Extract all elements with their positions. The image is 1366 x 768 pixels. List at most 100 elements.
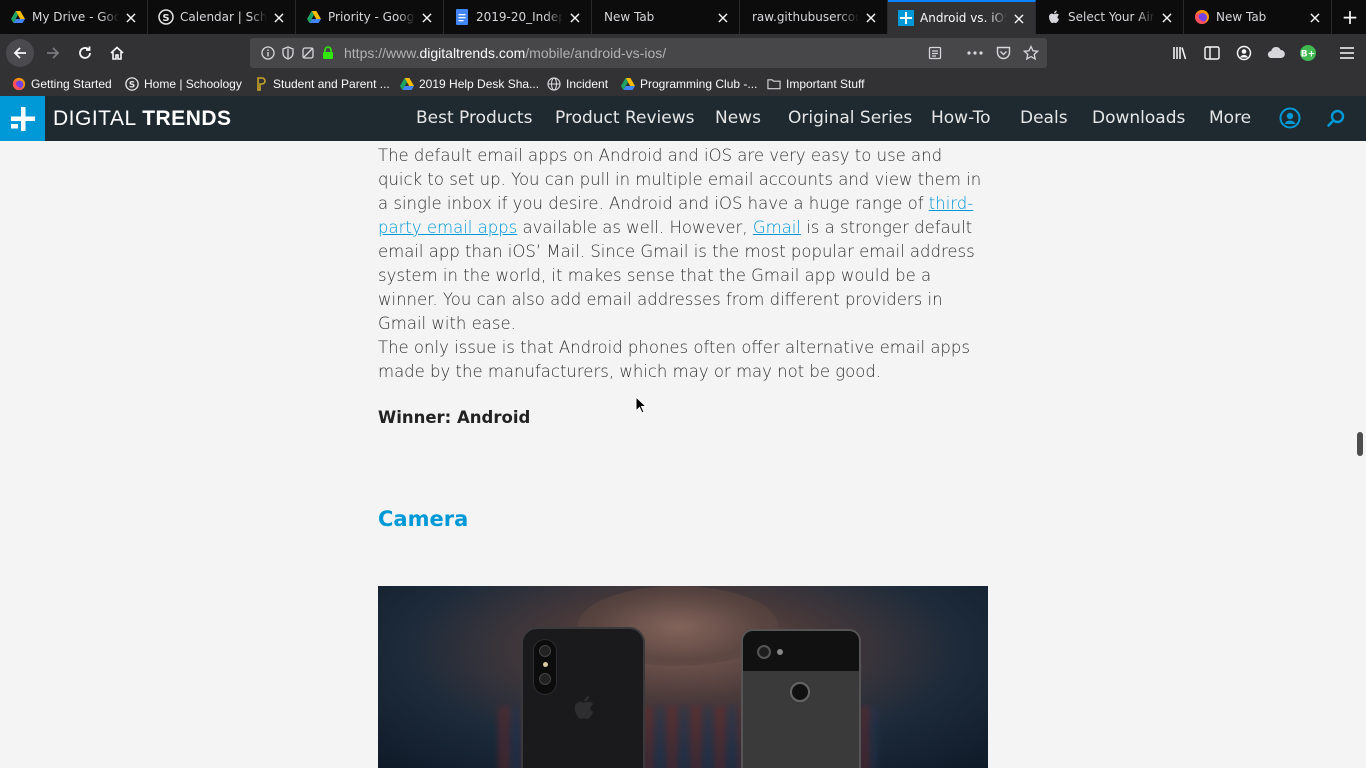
- winner-label: Winner: Android: [378, 408, 531, 427]
- bookmark-star-icon[interactable]: [1023, 45, 1039, 61]
- user-account-icon[interactable]: [1279, 107, 1301, 133]
- gmail-link[interactable]: Gmail: [753, 218, 801, 237]
- url-bar[interactable]: https://www.digitaltrends.com/mobile/and…: [250, 38, 1047, 68]
- bookmark-help-desk[interactable]: 2019 Help Desk Sha...: [400, 76, 539, 92]
- article-paragraph-2: The only issue is that Android phones of…: [378, 338, 970, 381]
- url-text[interactable]: https://www.digitaltrends.com/mobile/and…: [344, 45, 666, 61]
- section-heading-camera: Camera: [378, 507, 469, 531]
- close-tab-icon[interactable]: ×: [1159, 8, 1175, 27]
- forward-button[interactable]: [39, 39, 67, 67]
- folder-icon: [767, 77, 781, 91]
- close-tab-icon[interactable]: ×: [567, 8, 583, 27]
- close-tab-icon[interactable]: ×: [715, 8, 731, 27]
- nav-downloads[interactable]: Downloads: [1092, 108, 1185, 128]
- svg-text:S: S: [162, 13, 169, 24]
- tab-title: 2019-20_Independent: [476, 10, 563, 24]
- close-tab-icon[interactable]: ×: [123, 8, 139, 27]
- navigation-toolbar: https://www.digitaltrends.com/mobile/and…: [0, 34, 1366, 72]
- arrow-left-icon: [13, 47, 26, 59]
- bookmarks-toolbar: Getting Started S Home | Schoology Stude…: [0, 72, 1366, 96]
- extension-cloud-button[interactable]: [1262, 39, 1290, 67]
- close-tab-icon[interactable]: ×: [1011, 9, 1027, 28]
- lock-icon[interactable]: [320, 45, 336, 61]
- hamburger-menu-icon: [1340, 47, 1354, 59]
- permissions-icon[interactable]: [300, 45, 316, 61]
- grade-badge-icon: B+: [1300, 45, 1316, 61]
- back-button[interactable]: [6, 39, 34, 67]
- home-button[interactable]: [103, 39, 131, 67]
- tab-independent-doc[interactable]: 2019-20_Independent ×: [444, 0, 592, 34]
- search-icon[interactable]: [1326, 108, 1346, 132]
- shield-icon[interactable]: [280, 45, 296, 61]
- page-actions-icon[interactable]: [967, 45, 983, 61]
- library-button[interactable]: [1166, 39, 1194, 67]
- bookmark-folder-important[interactable]: Important Stuff: [767, 76, 865, 92]
- tab-title: Select Your AirPods: [1068, 10, 1155, 24]
- nav-product-reviews[interactable]: Product Reviews: [555, 108, 694, 128]
- sidebar-button[interactable]: [1198, 39, 1226, 67]
- menu-button[interactable]: [1333, 39, 1361, 67]
- nav-deals[interactable]: Deals: [1020, 108, 1068, 128]
- google-drive-icon: [621, 77, 635, 91]
- mouse-cursor-icon: [635, 396, 647, 414]
- digital-trends-logo-icon[interactable]: [0, 96, 45, 141]
- close-tab-icon[interactable]: ×: [419, 8, 435, 27]
- site-header: DIGITAL TRENDS Best Products Product Rev…: [0, 96, 1366, 141]
- close-tab-icon[interactable]: ×: [863, 8, 879, 27]
- close-tab-icon[interactable]: ×: [1307, 8, 1323, 27]
- nav-best-products[interactable]: Best Products: [416, 108, 532, 128]
- digital-trends-icon: [898, 10, 914, 26]
- tab-new-tab[interactable]: New Tab ×: [592, 0, 740, 34]
- tab-calendar-schoology[interactable]: S Calendar | Schoology ×: [148, 0, 296, 34]
- pocket-icon[interactable]: [995, 45, 1011, 61]
- sidebar-icon: [1204, 46, 1220, 60]
- firefox-icon: [1194, 9, 1210, 25]
- tab-priority-drive[interactable]: Priority - Google Drive ×: [296, 0, 444, 34]
- page-scrollbar-thumb[interactable]: [1357, 432, 1363, 456]
- tab-select-airpods[interactable]: Select Your AirPods ×: [1036, 0, 1184, 34]
- cloud-icon: [1267, 46, 1285, 59]
- tab-title: Android vs. iOS: Which: [920, 11, 1007, 25]
- svg-text:S: S: [129, 81, 135, 91]
- apple-icon: [1046, 9, 1062, 25]
- google-docs-icon: [454, 9, 470, 25]
- reload-icon: [79, 46, 91, 59]
- tab-my-drive[interactable]: My Drive - Google Drive ×: [0, 0, 148, 34]
- tab-new-tab-2[interactable]: New Tab ×: [1184, 0, 1332, 34]
- iphone-graphic: [521, 627, 645, 768]
- bookmark-programming-club[interactable]: Programming Club -...: [621, 76, 757, 92]
- google-drive-icon: [10, 9, 26, 25]
- tab-title: Priority - Google Drive: [328, 10, 415, 24]
- bookmark-home-schoology[interactable]: S Home | Schoology: [125, 76, 242, 92]
- nav-news[interactable]: News: [715, 108, 761, 128]
- article-paragraph: The default email apps on Android and iO…: [378, 146, 982, 333]
- article-image-phones: [378, 586, 988, 768]
- firefox-icon: [12, 77, 26, 91]
- extension-grade-button[interactable]: B+: [1294, 39, 1322, 67]
- tab-title: New Tab: [604, 10, 655, 24]
- google-drive-icon: [306, 9, 322, 25]
- parent-portal-icon: [254, 77, 268, 91]
- info-icon[interactable]: [260, 45, 276, 61]
- pixel-phone-graphic: [741, 629, 861, 768]
- nav-how-to[interactable]: How-To: [931, 108, 991, 128]
- bookmark-student-parent[interactable]: Student and Parent ...: [254, 76, 390, 92]
- tab-strip: My Drive - Google Drive × S Calendar | S…: [0, 0, 1366, 34]
- reader-view-icon[interactable]: [927, 45, 943, 61]
- account-button[interactable]: [1230, 39, 1258, 67]
- tab-title: raw.githubusercontent.com: [752, 10, 859, 24]
- library-icon: [1173, 47, 1187, 60]
- new-tab-button[interactable]: +: [1337, 4, 1363, 30]
- site-logo-text[interactable]: DIGITAL TRENDS: [53, 107, 232, 131]
- bookmark-getting-started[interactable]: Getting Started: [12, 76, 112, 92]
- schoology-icon: S: [125, 77, 139, 91]
- nav-more[interactable]: More: [1209, 108, 1251, 128]
- apple-logo-icon: [574, 696, 594, 719]
- arrow-right-icon: [47, 47, 60, 59]
- tab-android-vs-ios[interactable]: Android vs. iOS: Which ×: [888, 0, 1036, 34]
- close-tab-icon[interactable]: ×: [271, 8, 287, 27]
- tab-raw-github[interactable]: raw.githubusercontent.com ×: [740, 0, 888, 34]
- nav-original-series[interactable]: Original Series: [788, 108, 912, 128]
- reload-button[interactable]: [71, 39, 99, 67]
- bookmark-incident[interactable]: Incident: [547, 76, 608, 92]
